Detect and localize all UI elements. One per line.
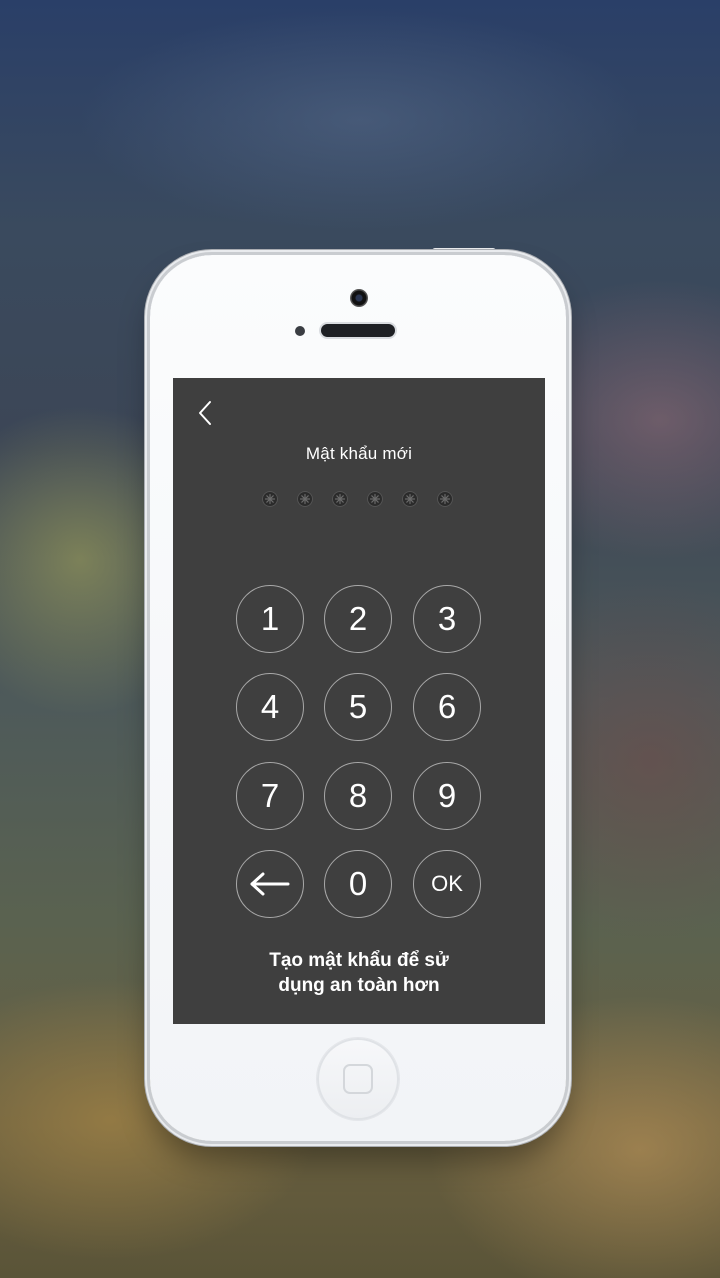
- key-label: OK: [431, 871, 463, 896]
- pin-dot: [367, 491, 383, 507]
- key-label: 3: [437, 600, 457, 637]
- front-camera: [350, 289, 368, 307]
- backspace-key[interactable]: [236, 850, 304, 918]
- pin-dot: [332, 491, 348, 507]
- home-button-square-icon: [343, 1064, 373, 1094]
- key-label: 9: [437, 777, 457, 814]
- pin-dot: [402, 491, 418, 507]
- key-4[interactable]: 4: [236, 673, 304, 741]
- pin-dot: [437, 491, 453, 507]
- proximity-sensor: [295, 326, 305, 336]
- pin-dot: [262, 491, 278, 507]
- key-0[interactable]: 0: [324, 850, 392, 918]
- key-label: 6: [437, 688, 457, 725]
- passcode-screen: Mật khẩu mới 1 2 3 4 5 6 7 8 9 0 OK Tạo mật khẩu đ…: [173, 378, 545, 1024]
- key-8[interactable]: 8: [324, 762, 392, 830]
- page-title: Mật khẩu mới: [305, 444, 413, 463]
- back-button[interactable]: [195, 400, 219, 426]
- key-label: 8: [348, 777, 368, 814]
- pin-indicator: [262, 491, 456, 509]
- key-label: 0: [348, 865, 368, 902]
- key-6[interactable]: 6: [413, 673, 481, 741]
- key-9[interactable]: 9: [413, 762, 481, 830]
- key-7[interactable]: 7: [236, 762, 304, 830]
- ok-key[interactable]: OK: [413, 850, 481, 918]
- hint-line-2: dụng an toàn hơn: [278, 975, 440, 996]
- key-label: 1: [260, 600, 280, 637]
- key-2[interactable]: 2: [324, 585, 392, 653]
- key-label: 4: [260, 688, 280, 725]
- power-button: [432, 248, 496, 254]
- key-5[interactable]: 5: [324, 673, 392, 741]
- key-label: 7: [260, 777, 280, 814]
- arrow-left-icon: [250, 872, 290, 896]
- key-1[interactable]: 1: [236, 585, 304, 653]
- key-label: 2: [348, 600, 368, 637]
- pin-dot: [297, 491, 313, 507]
- chevron-left-icon: [199, 401, 211, 425]
- earpiece-speaker: [321, 324, 395, 337]
- hint-line-1: Tạo mật khẩu để sử: [269, 950, 449, 971]
- key-3[interactable]: 3: [413, 585, 481, 653]
- key-label: 5: [348, 688, 368, 725]
- hint-text: Tạo mật khẩu để sử dụng an toàn hơn: [173, 948, 545, 998]
